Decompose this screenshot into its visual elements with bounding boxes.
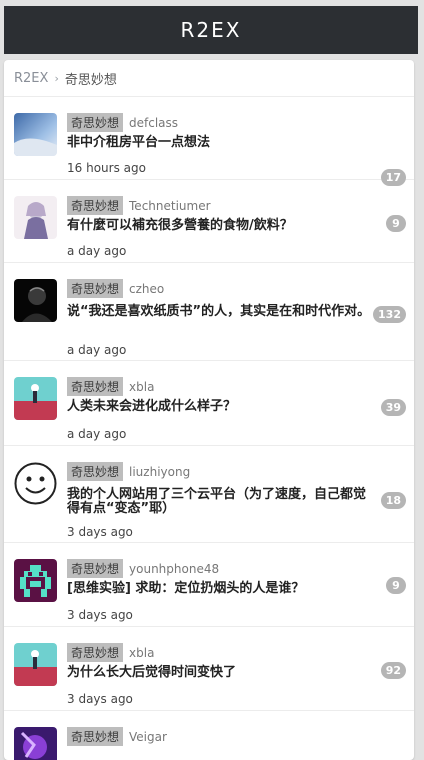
node-tag[interactable]: 奇思妙想 <box>67 377 124 396</box>
topic-time: 3 days ago <box>67 608 133 622</box>
breadcrumb-separator: › <box>54 71 59 85</box>
topic-meta: 奇思妙想 Technetiumer <box>67 196 211 215</box>
reply-count-badge[interactable]: 39 <box>380 399 406 416</box>
topic-item[interactable]: 奇思妙想 czheo 说“我还是喜欢纸质书”的人，其实是在和时代作对。 a da… <box>4 263 414 361</box>
author-link[interactable]: defclass <box>129 116 178 130</box>
breadcrumb-home-link[interactable]: R2EX <box>14 71 48 86</box>
avatar[interactable] <box>14 462 57 505</box>
topic-item[interactable]: 奇思妙想 Technetiumer 有什麼可以補充很多營養的食物/飲料？ a d… <box>4 180 414 263</box>
node-tag[interactable]: 奇思妙想 <box>67 643 124 662</box>
topic-time: a day ago <box>67 244 127 258</box>
topic-title-link[interactable]: 我的个人网站用了三个云平台（为了速度，自己都觉得有点“变态”耶） <box>67 488 374 516</box>
reply-count-badge[interactable]: 92 <box>380 662 406 679</box>
topic-meta: 奇思妙想 Veigar <box>67 727 167 746</box>
avatar[interactable] <box>14 727 57 760</box>
author-link[interactable]: Technetiumer <box>129 199 211 213</box>
reply-count-badge[interactable]: 132 <box>373 306 406 323</box>
node-tag[interactable]: 奇思妙想 <box>67 113 124 132</box>
topic-meta: 奇思妙想 czheo <box>67 279 164 298</box>
topic-item[interactable]: 奇思妙想 defclass 非中介租房平台一点想法 16 hours ago 1… <box>4 97 414 186</box>
topic-title-link[interactable]: 为什么长大后觉得时间变快了 <box>67 666 374 680</box>
breadcrumb-current: 奇思妙想 <box>64 72 117 88</box>
topic-item[interactable]: 奇思妙想 Veigar <box>4 711 414 760</box>
topic-item[interactable]: 奇思妙想 liuzhiyong 我的个人网站用了三个云平台（为了速度，自己都觉得… <box>4 446 414 543</box>
node-tag[interactable]: 奇思妙想 <box>67 462 124 481</box>
author-link[interactable]: czheo <box>129 282 164 296</box>
author-link[interactable]: Veigar <box>129 730 167 744</box>
avatar[interactable] <box>14 113 57 156</box>
author-link[interactable]: younhphone48 <box>129 562 219 576</box>
topic-list-card: R2EX › 奇思妙想 奇思妙想 defclass 非中介租房平台一点想法 16… <box>4 60 414 760</box>
avatar[interactable] <box>14 643 57 686</box>
reply-count-badge[interactable]: 9 <box>386 215 406 232</box>
author-link[interactable]: xbla <box>129 646 154 660</box>
topic-time: 3 days ago <box>67 692 133 706</box>
topic-title-link[interactable]: 人类未来会进化成什么样子？ <box>67 400 374 414</box>
site-title[interactable]: R2EX <box>181 18 242 42</box>
node-tag[interactable]: 奇思妙想 <box>67 196 124 215</box>
topic-title-link[interactable]: 非中介租房平台一点想法 <box>67 136 374 150</box>
topic-item[interactable]: 奇思妙想 xbla 为什么长大后觉得时间变快了 3 days ago 92 <box>4 627 414 711</box>
node-tag[interactable]: 奇思妙想 <box>67 727 124 746</box>
topic-title-link[interactable]: [思维实验] 求助：定位扔烟头的人是谁？ <box>67 582 374 596</box>
avatar[interactable] <box>14 196 57 239</box>
topic-meta: 奇思妙想 defclass <box>67 113 178 132</box>
topic-time: 3 days ago <box>67 525 133 539</box>
topic-time: 16 hours ago <box>67 161 146 175</box>
avatar[interactable] <box>14 559 57 602</box>
topic-meta: 奇思妙想 liuzhiyong <box>67 462 190 481</box>
node-tag[interactable]: 奇思妙想 <box>67 559 124 578</box>
topic-time: a day ago <box>67 343 127 357</box>
author-link[interactable]: xbla <box>129 380 154 394</box>
breadcrumb: R2EX › 奇思妙想 <box>4 60 414 97</box>
reply-count-badge[interactable]: 18 <box>380 492 406 509</box>
topic-meta: 奇思妙想 younhphone48 <box>67 559 219 578</box>
topic-meta: 奇思妙想 xbla <box>67 377 154 396</box>
topic-meta: 奇思妙想 xbla <box>67 643 154 662</box>
topic-item[interactable]: 奇思妙想 xbla 人类未来会进化成什么样子？ a day ago 39 <box>4 361 414 446</box>
node-tag[interactable]: 奇思妙想 <box>67 279 124 298</box>
avatar[interactable] <box>14 279 57 322</box>
topic-time: a day ago <box>67 427 127 441</box>
topic-item[interactable]: 奇思妙想 younhphone48 [思维实验] 求助：定位扔烟头的人是谁？ 3… <box>4 543 414 627</box>
topic-title-link[interactable]: 有什麼可以補充很多營養的食物/飲料？ <box>67 219 374 233</box>
reply-count-badge[interactable]: 9 <box>386 577 406 594</box>
author-link[interactable]: liuzhiyong <box>129 465 190 479</box>
avatar[interactable] <box>14 377 57 420</box>
topic-title-link[interactable]: 说“我还是喜欢纸质书”的人，其实是在和时代作对。 <box>67 305 374 319</box>
app-header: R2EX <box>4 6 418 54</box>
